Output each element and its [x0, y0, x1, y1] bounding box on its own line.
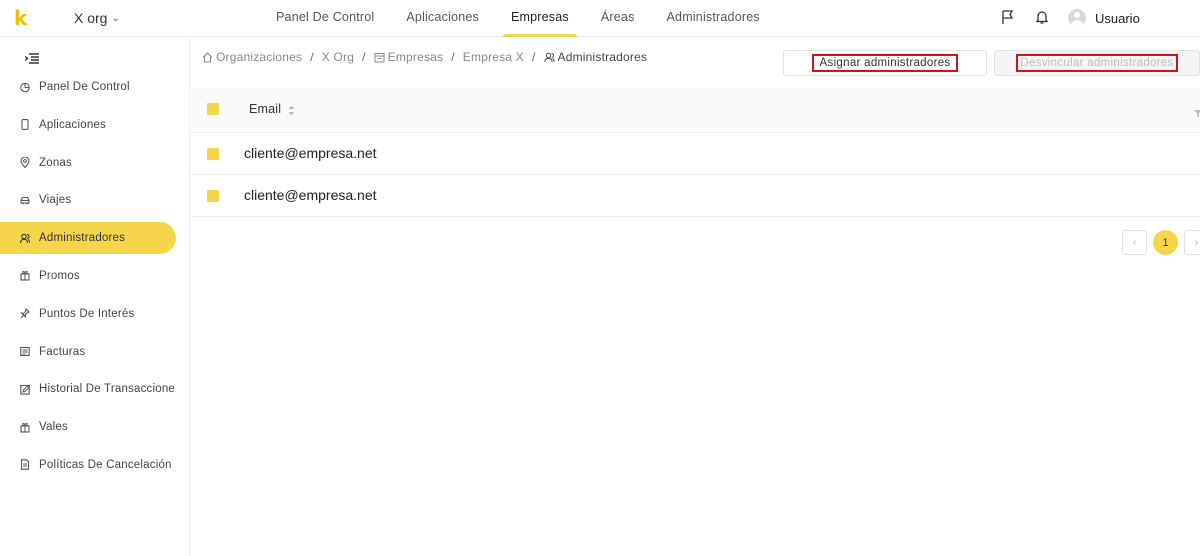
breadcrumb-separator: /	[310, 50, 314, 64]
sidebar-item-panel-de-control[interactable]: Panel De Control	[0, 71, 190, 103]
sidebar-item-historial-de-transacciones[interactable]: Historial De Transaccione	[0, 373, 190, 405]
sidebar-item-vales[interactable]: Vales	[0, 411, 190, 443]
sidebar-item-label: Aplicaciones	[39, 118, 106, 131]
breadcrumb-empresa[interactable]: Empresa X	[463, 50, 524, 64]
home-icon	[202, 51, 213, 63]
mobile-icon	[20, 119, 30, 131]
pushpin-icon	[20, 308, 30, 320]
sort-icon	[288, 105, 295, 116]
nav-item-panel-de-control[interactable]: Panel De Control	[260, 0, 390, 37]
brand-logo[interactable]: k	[14, 8, 27, 28]
breadcrumb-organizaciones[interactable]: Organizaciones	[202, 50, 302, 64]
assign-admins-button[interactable]: Asignar administradores	[783, 50, 987, 76]
top-navbar: k X org ⌄ Panel De Control Aplicaciones …	[0, 0, 1200, 37]
user-menu[interactable]: Usuario	[1068, 9, 1188, 27]
sidebar-item-label: Puntos De Interés	[39, 307, 135, 320]
nav-item-empresas[interactable]: Empresas	[495, 0, 585, 37]
breadcrumb-label: Empresa X	[462, 50, 524, 64]
breadcrumb-empresas[interactable]: Empresas	[374, 50, 444, 64]
unlink-admins-button[interactable]: Desvincular administradores	[994, 50, 1200, 76]
nav-item-administradores[interactable]: Administradores	[651, 0, 776, 37]
sidebar-item-facturas[interactable]: Facturas	[0, 336, 190, 368]
email-cell: cliente@empresa.net	[244, 187, 377, 203]
breadcrumb-label: Organizaciones	[216, 50, 303, 64]
sidebar-item-label: Historial De Transaccione	[39, 383, 176, 396]
sidebar-item-label: Políticas De Cancelación	[39, 458, 172, 471]
column-label: Email	[249, 102, 282, 116]
gift-icon	[20, 270, 30, 282]
main-nav: Panel De Control Aplicaciones Empresas Á…	[260, 0, 776, 37]
column-header-email[interactable]: Email	[249, 102, 295, 116]
menu-collapse-icon[interactable]	[24, 53, 39, 65]
row-checkbox[interactable]	[207, 148, 219, 160]
next-page-button[interactable]: ›	[1184, 230, 1200, 255]
sidebar-item-label: Promos	[39, 269, 80, 282]
nav-item-aplicaciones[interactable]: Aplicaciones	[390, 0, 495, 37]
sidebar-item-aplicaciones[interactable]: Aplicaciones	[0, 109, 190, 141]
sidebar-item-zonas[interactable]: Zonas	[0, 147, 190, 179]
org-name: X org	[74, 10, 108, 26]
sidebar-item-label: Facturas	[39, 345, 86, 358]
row-checkbox[interactable]	[207, 190, 219, 202]
select-all-checkbox[interactable]	[207, 103, 219, 115]
admins-table: Email cliente@empresa.net cliente@empres…	[191, 88, 1200, 217]
sidebar-menu: Panel De Control Aplicaciones Zonas Viaj…	[0, 71, 190, 487]
org-switcher[interactable]: X org ⌄	[74, 10, 120, 26]
sidebar-item-viajes[interactable]: Viajes	[0, 184, 190, 216]
table-header: Email	[191, 88, 1200, 133]
edit-icon	[20, 384, 30, 395]
pie-chart-icon	[20, 82, 30, 93]
sidebar-item-label: Viajes	[39, 194, 72, 207]
breadcrumb-separator: /	[531, 50, 536, 64]
sidebar-item-label: Administradores	[39, 232, 126, 245]
sidebar-item-label: Vales	[39, 421, 68, 434]
table-row[interactable]: cliente@empresa.net	[191, 175, 1200, 217]
user-name: Usuario	[1095, 10, 1140, 26]
sidebar-item-puntos-de-interes[interactable]: Puntos De Interés	[0, 298, 190, 330]
email-cell: cliente@empresa.net	[244, 145, 377, 161]
car-icon	[20, 195, 30, 206]
location-icon	[20, 157, 30, 169]
breadcrumb-administradores: Administradores	[543, 50, 648, 64]
sidebar-item-administradores[interactable]: Administradores	[0, 222, 176, 255]
breadcrumb: Organizaciones / X Org / Empresas / Empr…	[202, 50, 647, 64]
breadcrumb-separator: /	[451, 50, 455, 64]
nav-item-areas[interactable]: Áreas	[585, 0, 651, 37]
calendar-icon	[374, 52, 385, 63]
pagination: ‹ 1 ›	[1122, 230, 1200, 255]
sidebar-item-label: Zonas	[39, 156, 72, 169]
filter-icon[interactable]	[1194, 105, 1200, 117]
sidebar-item-label: Panel De Control	[39, 81, 130, 93]
users-icon	[543, 52, 555, 63]
assign-admins-label: Asignar administradores	[811, 54, 959, 72]
gift-icon	[20, 422, 30, 433]
document-icon	[20, 459, 30, 471]
breadcrumb-separator: /	[362, 50, 366, 64]
unlink-admins-label: Desvincular administradores	[1016, 54, 1178, 72]
breadcrumb-label: Administradores	[557, 50, 648, 64]
sidebar: Panel De Control Aplicaciones Zonas Viaj…	[0, 37, 190, 556]
invoice-icon	[20, 346, 30, 357]
chevron-right-icon: ›	[1194, 236, 1199, 249]
breadcrumb-label: Empresas	[387, 50, 444, 64]
sidebar-item-promos[interactable]: Promos	[0, 260, 190, 292]
sidebar-item-politicas-de-cancelacion[interactable]: Políticas De Cancelación	[0, 449, 190, 481]
breadcrumb-label: X Org	[321, 50, 355, 64]
main-content: Organizaciones / X Org / Empresas / Empr…	[191, 37, 1200, 556]
users-icon	[20, 233, 30, 244]
chevron-left-icon: ‹	[1132, 236, 1137, 249]
chevron-down-icon: ⌄	[111, 13, 120, 24]
table-row[interactable]: cliente@empresa.net	[191, 133, 1200, 175]
bell-icon[interactable]	[1034, 9, 1050, 25]
flag-icon[interactable]	[1000, 9, 1016, 25]
prev-page-button[interactable]: ‹	[1122, 230, 1147, 255]
breadcrumb-org[interactable]: X Org	[322, 50, 354, 64]
page-number[interactable]: 1	[1153, 230, 1178, 255]
avatar	[1068, 9, 1086, 27]
